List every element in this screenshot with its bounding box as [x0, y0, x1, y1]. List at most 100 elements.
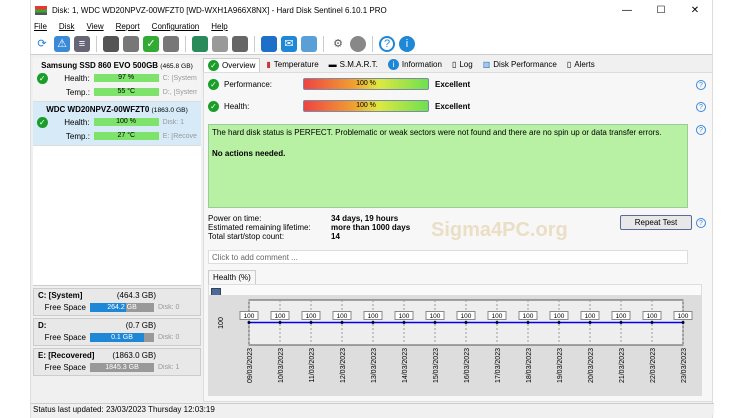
menu-configuration[interactable]: Configuration: [152, 22, 200, 31]
report-icon[interactable]: [261, 35, 277, 52]
data-point: [619, 321, 623, 324]
volume-size: (0.7 GB): [125, 321, 156, 330]
disk-info: Power on time: 34 days, 19 hours Estimate…: [208, 214, 410, 241]
data-point: [371, 321, 375, 324]
ok-check-icon: ✓: [208, 78, 219, 90]
data-point: [309, 321, 313, 324]
lifetime-value: more than 1000 days: [331, 223, 411, 232]
help-icon[interactable]: ?: [696, 80, 706, 90]
menu-view[interactable]: View: [86, 22, 103, 31]
info-icon[interactable]: i: [399, 35, 415, 52]
tab-alerts[interactable]: ▯ Alerts: [563, 59, 599, 70]
tab-label: Information: [401, 60, 442, 69]
refresh-icon[interactable]: ⟳: [34, 36, 50, 52]
disk-schedule-icon[interactable]: [123, 35, 139, 52]
refresh-warning-icon[interactable]: ⚠: [54, 35, 70, 52]
help-icon[interactable]: ?: [696, 125, 706, 135]
menu-report[interactable]: Report: [116, 22, 140, 31]
free-space-label: Free Space: [44, 303, 86, 312]
data-label: 100: [647, 313, 658, 320]
tab-label: S.M.A.R.T.: [339, 60, 378, 69]
left-panel: Samsung SSD 860 EVO 500GB (465.8 GB) ✓ He…: [33, 58, 201, 402]
sound-icon[interactable]: [350, 35, 366, 52]
data-point: [402, 321, 406, 324]
ok-check-icon: ✓: [37, 72, 48, 84]
volume-name: C: [System]: [38, 291, 83, 300]
email-icon[interactable]: ✉: [281, 35, 297, 52]
volume-item[interactable]: E: [Recovered] (1863.0 GB) Free Space 1845…: [33, 348, 201, 376]
tab-disk-performance[interactable]: ▥ Disk Performance: [479, 59, 561, 70]
help-icon[interactable]: ?: [696, 102, 706, 112]
backup-icon[interactable]: [212, 35, 228, 52]
data-point: [681, 321, 685, 324]
window-title: Disk: 1, WDC WD20NPVZ-00WFZT0 [WD-WXH1A9…: [52, 5, 387, 15]
lifetime-label: Estimated remaining lifetime:: [208, 223, 311, 232]
volume-name: D:: [38, 321, 47, 330]
disk-list-icon[interactable]: ≡: [74, 35, 90, 52]
data-label: 100: [368, 313, 379, 320]
disk-search-icon[interactable]: [163, 35, 179, 52]
tab-overview[interactable]: ✓ Overview: [203, 57, 261, 72]
data-label: 100: [275, 313, 286, 320]
volume-label: C: [System]: [162, 74, 197, 82]
health-chart: 100 09/03/2023 10/03/2023 11/03/2023 12/03/2…: [208, 284, 702, 396]
data-point: [557, 321, 561, 324]
volume-item[interactable]: C: [System] (464.3 GB) Free Space 264.2 GB…: [33, 288, 201, 316]
printer-icon[interactable]: [232, 35, 248, 52]
status-description: The hard disk status is PERFECT. Problem…: [208, 124, 688, 208]
minimize-button[interactable]: —: [610, 5, 644, 16]
x-tick-label: 18/03/2023: [526, 348, 533, 383]
main-panel: ✓ Overview ▮ Temperature ▬ S.M.A.R.T. i Info…: [201, 57, 713, 402]
free-space-bar: 1845.3 GB: [90, 363, 154, 372]
disk-item[interactable]: Samsung SSD 860 EVO 500GB (465.8 GB) ✓ He…: [33, 58, 201, 102]
tab-temperature[interactable]: ▮ Temperature: [262, 59, 322, 70]
tab-label: Overview: [222, 60, 256, 70]
health-label: Health:: [224, 101, 250, 111]
disk-globe-icon[interactable]: [192, 35, 208, 52]
disk-name: Samsung SSD 860 EVO 500GB: [41, 61, 159, 70]
temp-label: Temp.:: [65, 131, 90, 141]
x-tick-label: 23/03/2023: [681, 348, 688, 383]
tab-information[interactable]: i Information: [384, 58, 446, 71]
tab-log[interactable]: ▯ Log: [448, 59, 477, 70]
health-bar: 100 %: [303, 100, 429, 112]
free-space-value: 264.2 GB: [107, 304, 137, 311]
menu-disk[interactable]: Disk: [59, 22, 75, 31]
temp-bar: 55 °C: [93, 88, 159, 96]
performance-rating: Excellent: [435, 79, 471, 89]
actions-text: No actions needed.: [212, 149, 286, 158]
data-label: 100: [585, 313, 596, 320]
help-icon[interactable]: ?: [696, 218, 706, 228]
health-bar: 100 %: [93, 118, 159, 126]
disk-item-selected[interactable]: WDC WD20NPVZ-00WFZT0 (1863.0 GB) ✓ Health…: [33, 102, 201, 146]
close-button[interactable]: ✕: [678, 5, 712, 16]
help-icon[interactable]: ?: [379, 35, 395, 52]
watermark-logo: Sigma4PC.org: [431, 219, 568, 241]
tab-health-chart[interactable]: Health (%): [208, 270, 256, 285]
data-point: [433, 321, 437, 324]
volume-label: E: [Recover: [162, 132, 197, 140]
tab-smart[interactable]: ▬ S.M.A.R.T.: [325, 59, 382, 70]
health-label: Health:: [64, 117, 90, 127]
thermometer-icon: ▮: [266, 60, 271, 69]
network-icon[interactable]: [301, 35, 317, 52]
data-label: 100: [399, 313, 410, 320]
health-rating: Excellent: [435, 101, 471, 111]
free-space-value: 0.1 GB: [111, 334, 133, 341]
x-tick-label: 12/03/2023: [340, 348, 347, 383]
disk-ok-icon[interactable]: ✓: [143, 35, 159, 52]
volume-item[interactable]: D: (0.7 GB) Free Space 0.1 GB Disk: 0: [33, 318, 201, 346]
repeat-test-button[interactable]: Repeat Test: [620, 215, 692, 230]
menu-file[interactable]: File: [34, 22, 47, 31]
volume-name: E: [Recovered]: [38, 351, 95, 360]
disk-test-icon[interactable]: [103, 35, 119, 52]
startstop-value: 14: [331, 232, 340, 241]
data-point: [278, 321, 282, 324]
comment-input[interactable]: Click to add comment ...: [208, 250, 688, 264]
settings-icon[interactable]: ⚙: [330, 36, 346, 52]
disk-size: (465.8 GB): [160, 63, 193, 70]
data-point: [495, 321, 499, 324]
menu-help[interactable]: Help: [211, 22, 227, 31]
maximize-button[interactable]: ☐: [644, 5, 678, 16]
x-tick-label: 11/03/2023: [309, 348, 316, 383]
